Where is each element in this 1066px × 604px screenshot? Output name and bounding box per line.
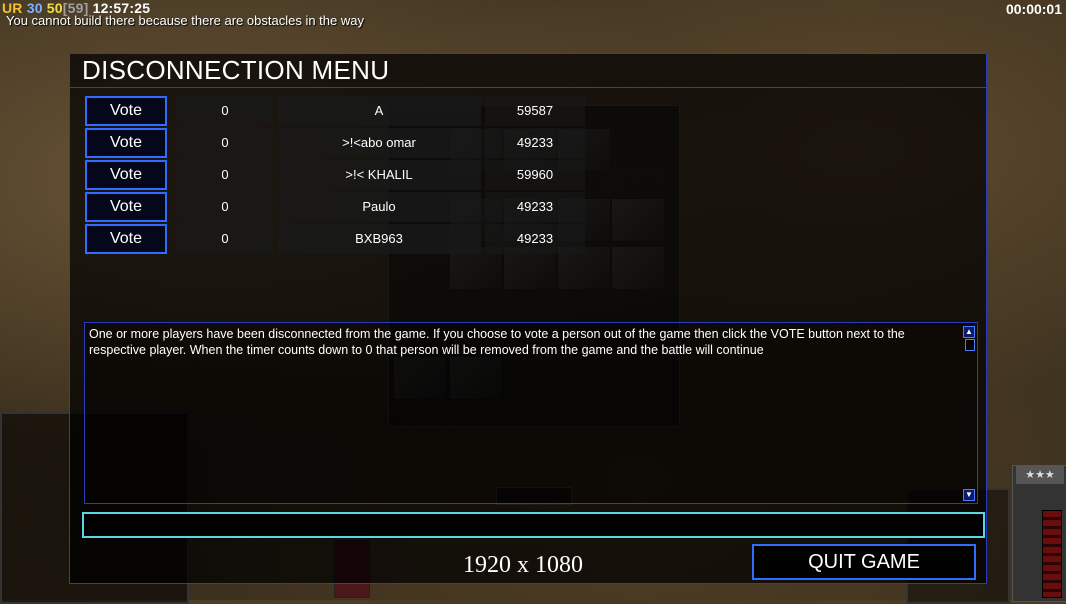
info-text-box[interactable]: One or more players have been disconnect…	[84, 322, 978, 504]
vote-button[interactable]: Vote	[85, 192, 167, 222]
title-divider	[70, 87, 986, 88]
player-ping: 49233	[485, 192, 585, 222]
info-text: One or more players have been disconnect…	[89, 327, 905, 357]
player-name: >!< KHALIL	[277, 160, 481, 190]
vote-button[interactable]: Vote	[85, 128, 167, 158]
player-name: A	[277, 96, 481, 126]
quit-game-button[interactable]: QUIT GAME	[752, 544, 976, 580]
vote-count: 0	[177, 192, 273, 222]
vote-count: 0	[177, 160, 273, 190]
scroll-down-icon[interactable]: ▼	[963, 489, 975, 501]
player-name: BXB963	[277, 224, 481, 254]
power-bar	[1042, 510, 1062, 598]
player-ping: 49233	[485, 224, 585, 254]
vote-button[interactable]: Vote	[85, 160, 167, 190]
player-ping: 59960	[485, 160, 585, 190]
player-ping: 59587	[485, 96, 585, 126]
scroll-up-icon[interactable]: ▲	[963, 326, 975, 338]
vote-button[interactable]: Vote	[85, 96, 167, 126]
disconnection-dialog: DISCONNECTION MENU Vote 0 A 59587 Vote 0…	[69, 53, 987, 584]
player-name: Paulo	[277, 192, 481, 222]
player-name: >!<abo omar	[277, 128, 481, 158]
resolution-overlay: 1920 x 1080	[463, 552, 583, 578]
game-timer: 00:00:01	[1005, 1, 1062, 17]
player-ping: 49233	[485, 128, 585, 158]
dialog-title: DISCONNECTION MENU	[82, 55, 390, 85]
chat-input[interactable]	[82, 512, 985, 538]
vote-count: 0	[177, 128, 273, 158]
vote-count: 0	[177, 96, 273, 126]
vote-count: 0	[177, 224, 273, 254]
status-message: You cannot build there because there are…	[6, 13, 364, 28]
vote-button[interactable]: Vote	[85, 224, 167, 254]
scrollbar-thumb[interactable]	[965, 339, 975, 351]
rank-stars-icon: ★★★	[1016, 466, 1064, 484]
